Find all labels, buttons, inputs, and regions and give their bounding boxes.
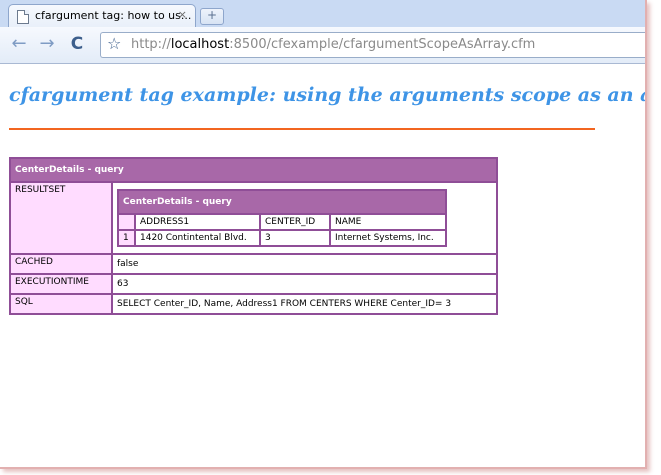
executiontime-value: 63 xyxy=(113,275,496,293)
url-text[interactable]: http://localhost:8500/cfexample/cfargume… xyxy=(131,37,535,52)
address-bar[interactable]: ☆ http://localhost:8500/cfexample/cfargu… xyxy=(100,32,645,58)
back-arrow-icon[interactable]: ← xyxy=(8,33,30,55)
resultset-value: CenterDetails - query ADDRESS1 CENTER_ID… xyxy=(113,183,496,253)
page-icon xyxy=(17,10,29,24)
reload-icon[interactable]: C xyxy=(66,33,88,55)
executiontime-label[interactable]: EXECUTIONTIME xyxy=(11,275,111,293)
tab-close-icon[interactable]: × xyxy=(178,8,187,21)
browser-window: cfargument tag: how to us... × + ← → C ☆… xyxy=(0,0,647,469)
row-index-header xyxy=(119,215,134,229)
page-content: cfargument tag example: using the argume… xyxy=(0,64,645,467)
query-dump-header[interactable]: CenterDetails - query xyxy=(11,159,496,181)
forward-arrow-icon[interactable]: → xyxy=(36,33,58,55)
sql-label[interactable]: SQL xyxy=(11,295,111,313)
browser-tab[interactable]: cfargument tag: how to us... × xyxy=(8,4,196,28)
column-header: NAME xyxy=(331,215,445,229)
bookmark-star-icon[interactable]: ☆ xyxy=(107,34,121,53)
resultset-header[interactable]: CenterDetails - query xyxy=(119,191,445,213)
url-path: :8500/cfexample/cfargumentScopeAsArray.c… xyxy=(229,37,536,52)
horizontal-rule xyxy=(9,128,595,130)
table-cell: 1420 Contintental Blvd. xyxy=(136,231,259,245)
cached-value: false xyxy=(113,255,496,273)
url-scheme: http:// xyxy=(131,37,171,52)
url-host: localhost xyxy=(170,37,230,52)
tab-strip: cfargument tag: how to us... × + xyxy=(0,0,645,28)
page-title: cfargument tag example: using the argume… xyxy=(9,84,647,106)
browser-toolbar: ← → C ☆ http://localhost:8500/cfexample/… xyxy=(0,27,645,64)
column-header: ADDRESS1 xyxy=(136,215,259,229)
query-dump-table: CenterDetails - query RESULTSET CenterDe… xyxy=(9,157,498,315)
sql-value: SELECT Center_ID, Name, Address1 FROM CE… xyxy=(113,295,496,313)
new-tab-button[interactable]: + xyxy=(200,8,224,25)
table-cell: 3 xyxy=(261,231,329,245)
row-index[interactable]: 1 xyxy=(119,231,134,245)
column-header: CENTER_ID xyxy=(261,215,329,229)
cached-label[interactable]: CACHED xyxy=(11,255,111,273)
table-cell: Internet Systems, Inc. xyxy=(331,231,445,245)
tab-title: cfargument tag: how to us... xyxy=(35,9,192,22)
resultset-table: CenterDetails - query ADDRESS1 CENTER_ID… xyxy=(117,189,447,247)
resultset-label[interactable]: RESULTSET xyxy=(11,183,111,253)
